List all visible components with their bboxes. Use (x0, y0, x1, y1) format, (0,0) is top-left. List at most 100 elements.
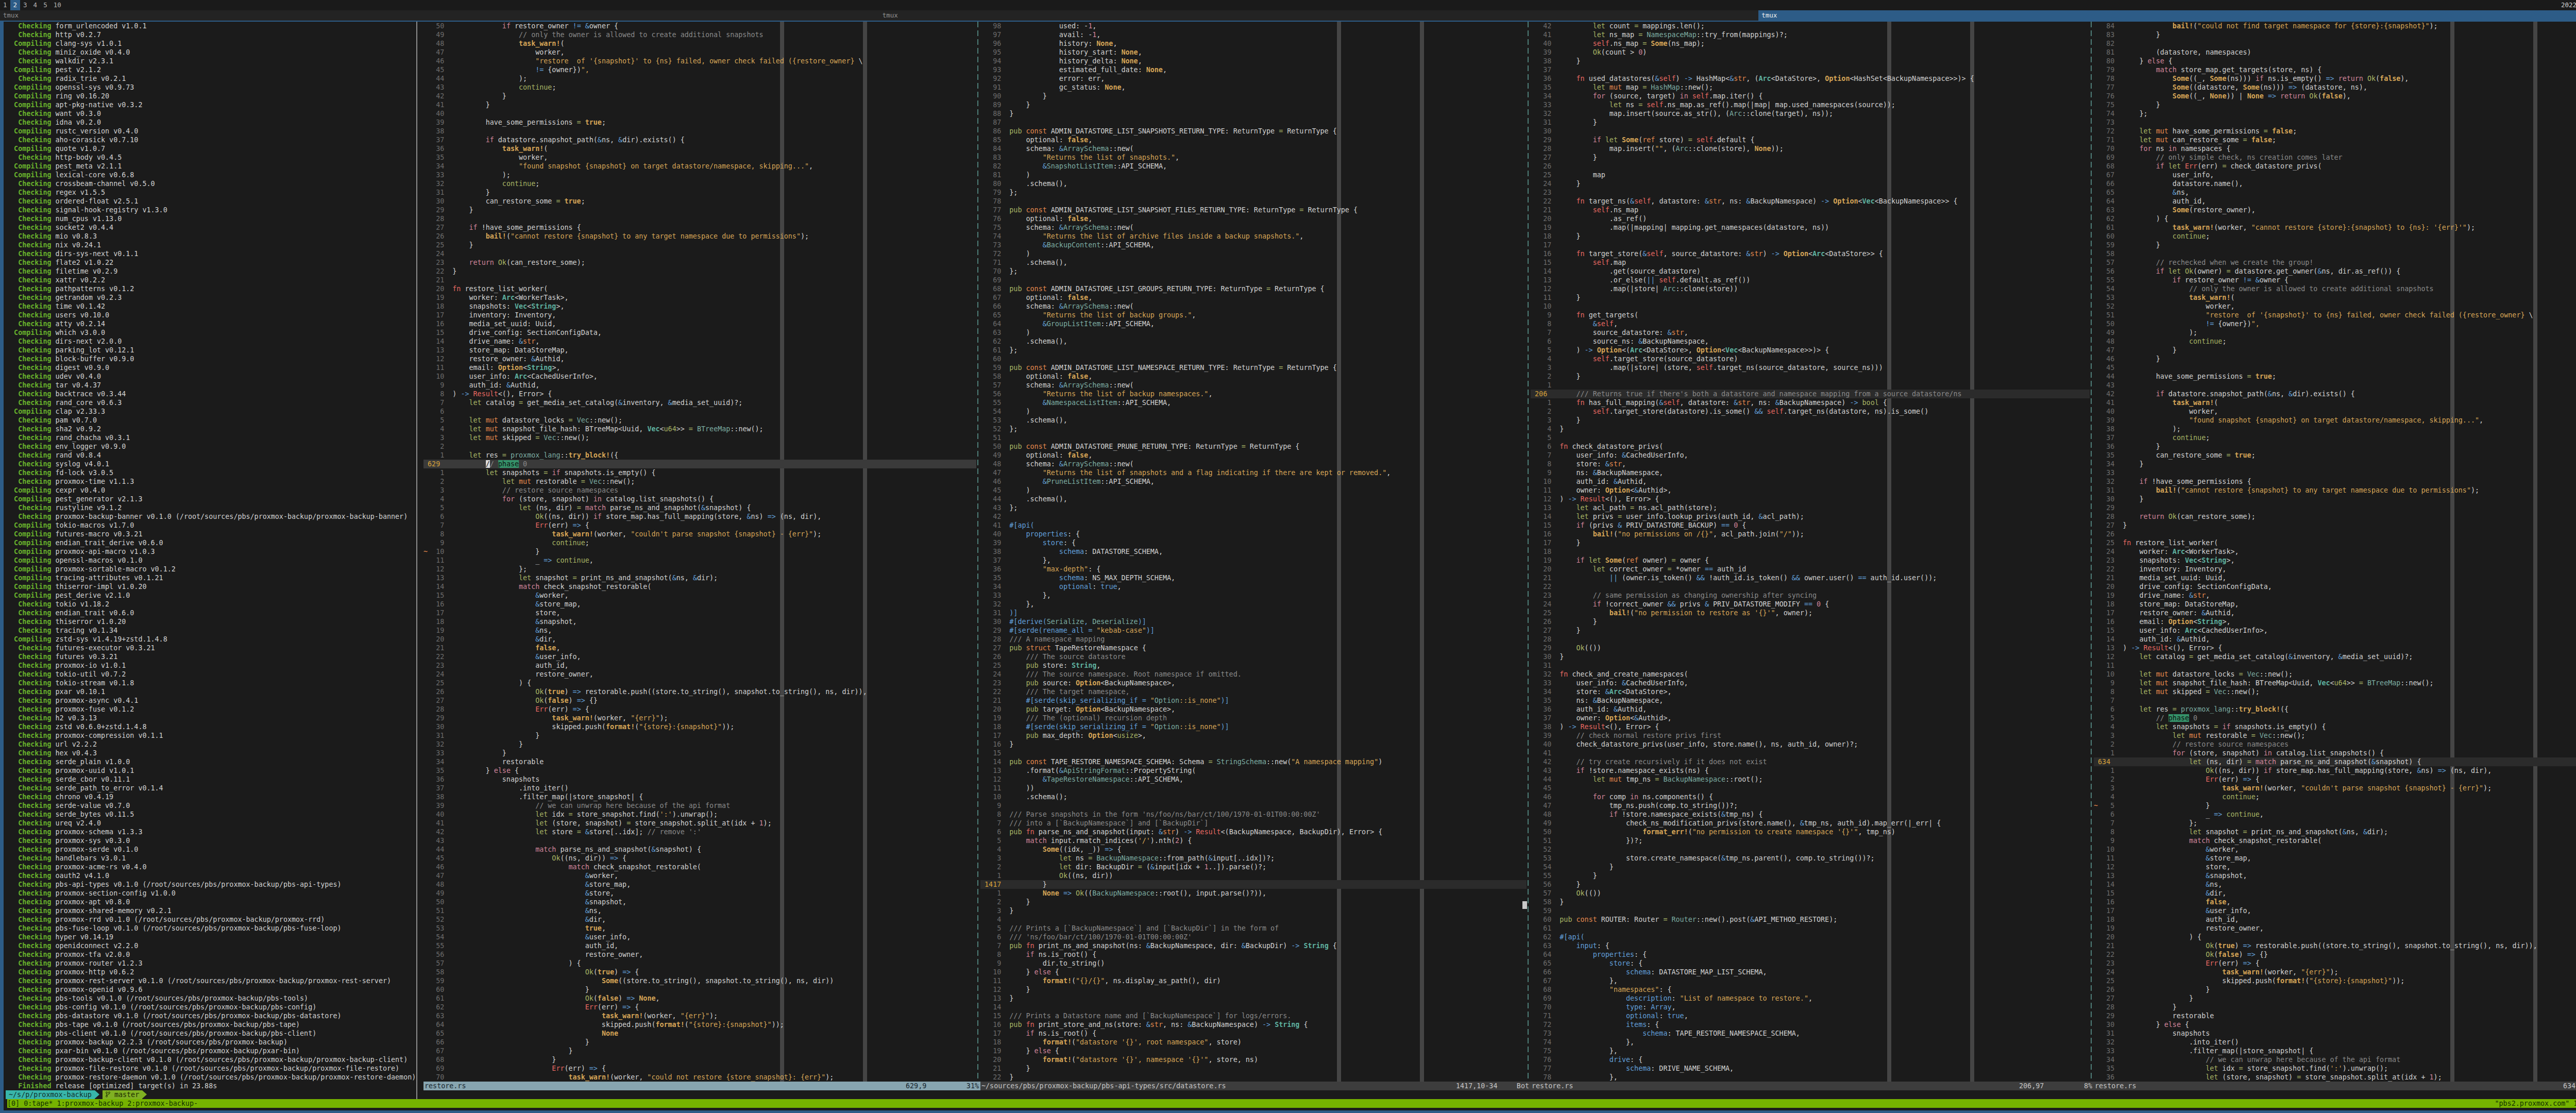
code-line: 9 auth_id: &Authid, (423, 381, 976, 390)
code-line: 634 let (ns, dir) = match parse_ns_and_s… (2094, 757, 2576, 766)
code-line: 28 Err(err) => { (423, 705, 976, 714)
code-line: 77 Some((datastore, Some(ns))) => (datas… (2094, 83, 2576, 92)
code-line: 23 // same permission as changing owners… (1531, 591, 2090, 600)
code-line: 65 &ns, (2094, 188, 2576, 197)
code-line: 5 let mut datastore_locks = Vec::new(); (423, 416, 976, 425)
code-line: 11 )) (980, 784, 1527, 792)
code-line: 26 } (2094, 985, 2576, 994)
code-line: 37 .into_iter() (423, 784, 976, 792)
vim-window-4[interactable]: 84 bail!("could not find target namespac… (2094, 22, 2576, 1082)
code-line: 28 return Ok(can_restore_some); (2094, 512, 2576, 521)
code-line: 15 &dir, (2094, 889, 2576, 898)
code-line: 74 "Returns the list of archive files in… (980, 232, 1527, 241)
build-log-line: Checking proxmox-backup v2.2.3 (/root/so… (6, 1038, 416, 1047)
vim-window-1[interactable]: 50 if restore_owner != &owner { 49 // on… (423, 22, 976, 1082)
terminal-tab-1[interactable]: tmux (0, 10, 879, 21)
code-line: 45 != {owner})", (423, 65, 976, 74)
code-line: 52 &dir, (423, 915, 976, 924)
build-log-line: Compiling openssl-macros v0.1.0 (6, 556, 416, 565)
code-line: 38 .filter_map(|store_snapshot| { (423, 792, 976, 801)
build-log-line: Checking proxmox-http v0.6.2 (6, 968, 416, 976)
build-log-line: Checking proxmox-time v1.1.3 (6, 477, 416, 486)
code-line: 69 (980, 276, 1527, 284)
code-line: 13 &snapshot, (2094, 871, 2576, 880)
code-line: 46 match check_snapshot_restorable( (423, 863, 976, 871)
code-line: 21 || (owner.is_token() && !auth_id.is_t… (1531, 574, 2090, 582)
code-line: 8 task_warn!(worker, "couldn't parse sna… (423, 530, 976, 538)
build-log-line: Checking proxmox-serde v0.1.0 (6, 845, 416, 854)
build-log-line: Checking proxmox-section-config v1.0.0 (6, 889, 416, 898)
code-line: 2 let mut restorable = Vec::new(); (423, 477, 976, 486)
code-line: 6 pub fn parse_ns_and_snapshot(input: &s… (980, 828, 1527, 836)
code-line: 37 if datastore.snapshot_path(&ns, &dir)… (423, 136, 976, 144)
shell-prompt[interactable]: ~/s/p/proxmox-backup master (6, 1090, 147, 1099)
code-line: 33 } (423, 749, 976, 757)
code-line: 6 (423, 407, 976, 416)
code-line: 65 None (423, 1029, 976, 1038)
code-line: 19 drive_name: &str, (2094, 591, 2576, 600)
code-line: 34 // we can unwrap here because of the … (2094, 1055, 2576, 1064)
vim-window-2[interactable]: 98 used: -1, 97 avail: -1, 96 history: N… (980, 22, 1527, 1082)
code-line: 53 .schema(), (980, 416, 1527, 425)
code-line: 37 continue; (2094, 433, 2576, 442)
code-line: 14 auth_id: &Authid, (2094, 635, 2576, 644)
code-line: 63 task_warn!(worker, "{err}"); (423, 1011, 976, 1020)
build-log-line: Checking filetime v0.2.9 (6, 267, 416, 276)
code-line: 39 // check normal restore privs first (1531, 731, 2090, 740)
code-line: 12 let catalog = get_media_set_catalog(&… (2094, 652, 2576, 661)
wm-tag-2[interactable]: 2 (10, 0, 21, 10)
code-line: 79 }; (980, 188, 1527, 197)
code-line: 38 ); (2094, 425, 2576, 433)
build-log-line: Finished release [optimized] target(s) i… (6, 1082, 416, 1090)
code-line: 72 items: { (1531, 1020, 2090, 1029)
code-line: 2 } (980, 898, 1527, 906)
code-line: 61 }; (980, 346, 1527, 355)
terminal-tab-2[interactable]: tmux (879, 10, 1759, 21)
tmux-window-list[interactable]: [0] 0:tape* 1:proxmox-backup 2:proxmox-b… (7, 1100, 198, 1107)
terminal-window[interactable]: Checking form_urlencoded v1.0.1 Checking… (0, 21, 2576, 1113)
wm-tag-5[interactable]: 5 (40, 0, 50, 10)
build-log-line: Checking http-body v0.4.5 (6, 153, 416, 162)
code-line: 17 inventory: Inventory, (423, 311, 976, 319)
code-line: 28 (1531, 635, 2090, 644)
build-log-line: Compiling futures-macro v0.3.21 (6, 530, 416, 538)
wm-tag-10[interactable]: 10 (50, 0, 64, 10)
code-line: 25 ) { (423, 679, 976, 687)
code-line: 22 inventory: Inventory, (2094, 565, 2576, 574)
code-line: 63 ) (980, 328, 1527, 337)
code-line: 2 Err(err) => { (2094, 775, 2576, 784)
wm-tag-1[interactable]: 1 (0, 0, 10, 10)
build-log-line: Compiling clap v2.33.3 (6, 407, 416, 416)
code-line: 68 "namespaces": { (1531, 985, 2090, 994)
vim-window-3[interactable]: 42 let count = mappings.len(); 41 let ns… (1531, 22, 2090, 1082)
code-line: 81 (datastore, namespaces) (2094, 48, 2576, 57)
code-line: 64 properties: { (1531, 950, 2090, 959)
code-line: 1 None => Ok((BackupNamespace::root(), i… (980, 889, 1527, 898)
code-line: 26 } (1531, 617, 2090, 626)
wm-tag-4[interactable]: 4 (30, 0, 41, 10)
terminal-tab-3[interactable]: tmux (1758, 10, 2576, 21)
code-line: 40 worker, (2094, 407, 2576, 416)
build-log-line: Checking proxmox-file-restore v0.1.0 (/r… (6, 1064, 416, 1073)
code-line: 78 Some((_, Some(ns))) if ns.is_empty() … (2094, 74, 2576, 83)
build-log-line: Checking serde_path_to_error v0.1.4 (6, 784, 416, 792)
code-line: 61 task_warn!(worker, "cannot restore {s… (2094, 223, 2576, 232)
wm-tag-3[interactable]: 3 (20, 0, 30, 10)
code-line: 29 if let Some(ref store) = self.default… (1531, 136, 2090, 144)
code-line: 1 Ok((ns, dir)) if store_map.has_full_ma… (2094, 766, 2576, 775)
code-line: 18 &snapshot, (423, 617, 976, 626)
code-line: 54 &user_info, (423, 933, 976, 941)
code-line: 11 &store_map, (2094, 854, 2576, 863)
code-line: 46 } (2094, 355, 2576, 363)
build-log-line: Checking atty v0.2.14 (6, 319, 416, 328)
code-line: 13 ) -> Result<(), Error> { (2094, 644, 2576, 652)
code-line: 95 history_start: None, (980, 48, 1527, 57)
code-line: 52 worker, (2094, 302, 2576, 311)
build-log-line: Checking proxmox-schema v1.3.3 (6, 828, 416, 836)
code-line: 13 .format(&ApiStringFormat::PropertyStr… (980, 766, 1527, 775)
code-line: 68 if let Err(err) = check_datastore_pri… (2094, 162, 2576, 171)
wm-clock: 2022-06-18 12:59:29 (2561, 0, 2576, 10)
code-line: 12 } (980, 985, 1527, 994)
code-line: 67 optional: false, (980, 293, 1527, 302)
code-line: 45 ) (980, 486, 1527, 495)
